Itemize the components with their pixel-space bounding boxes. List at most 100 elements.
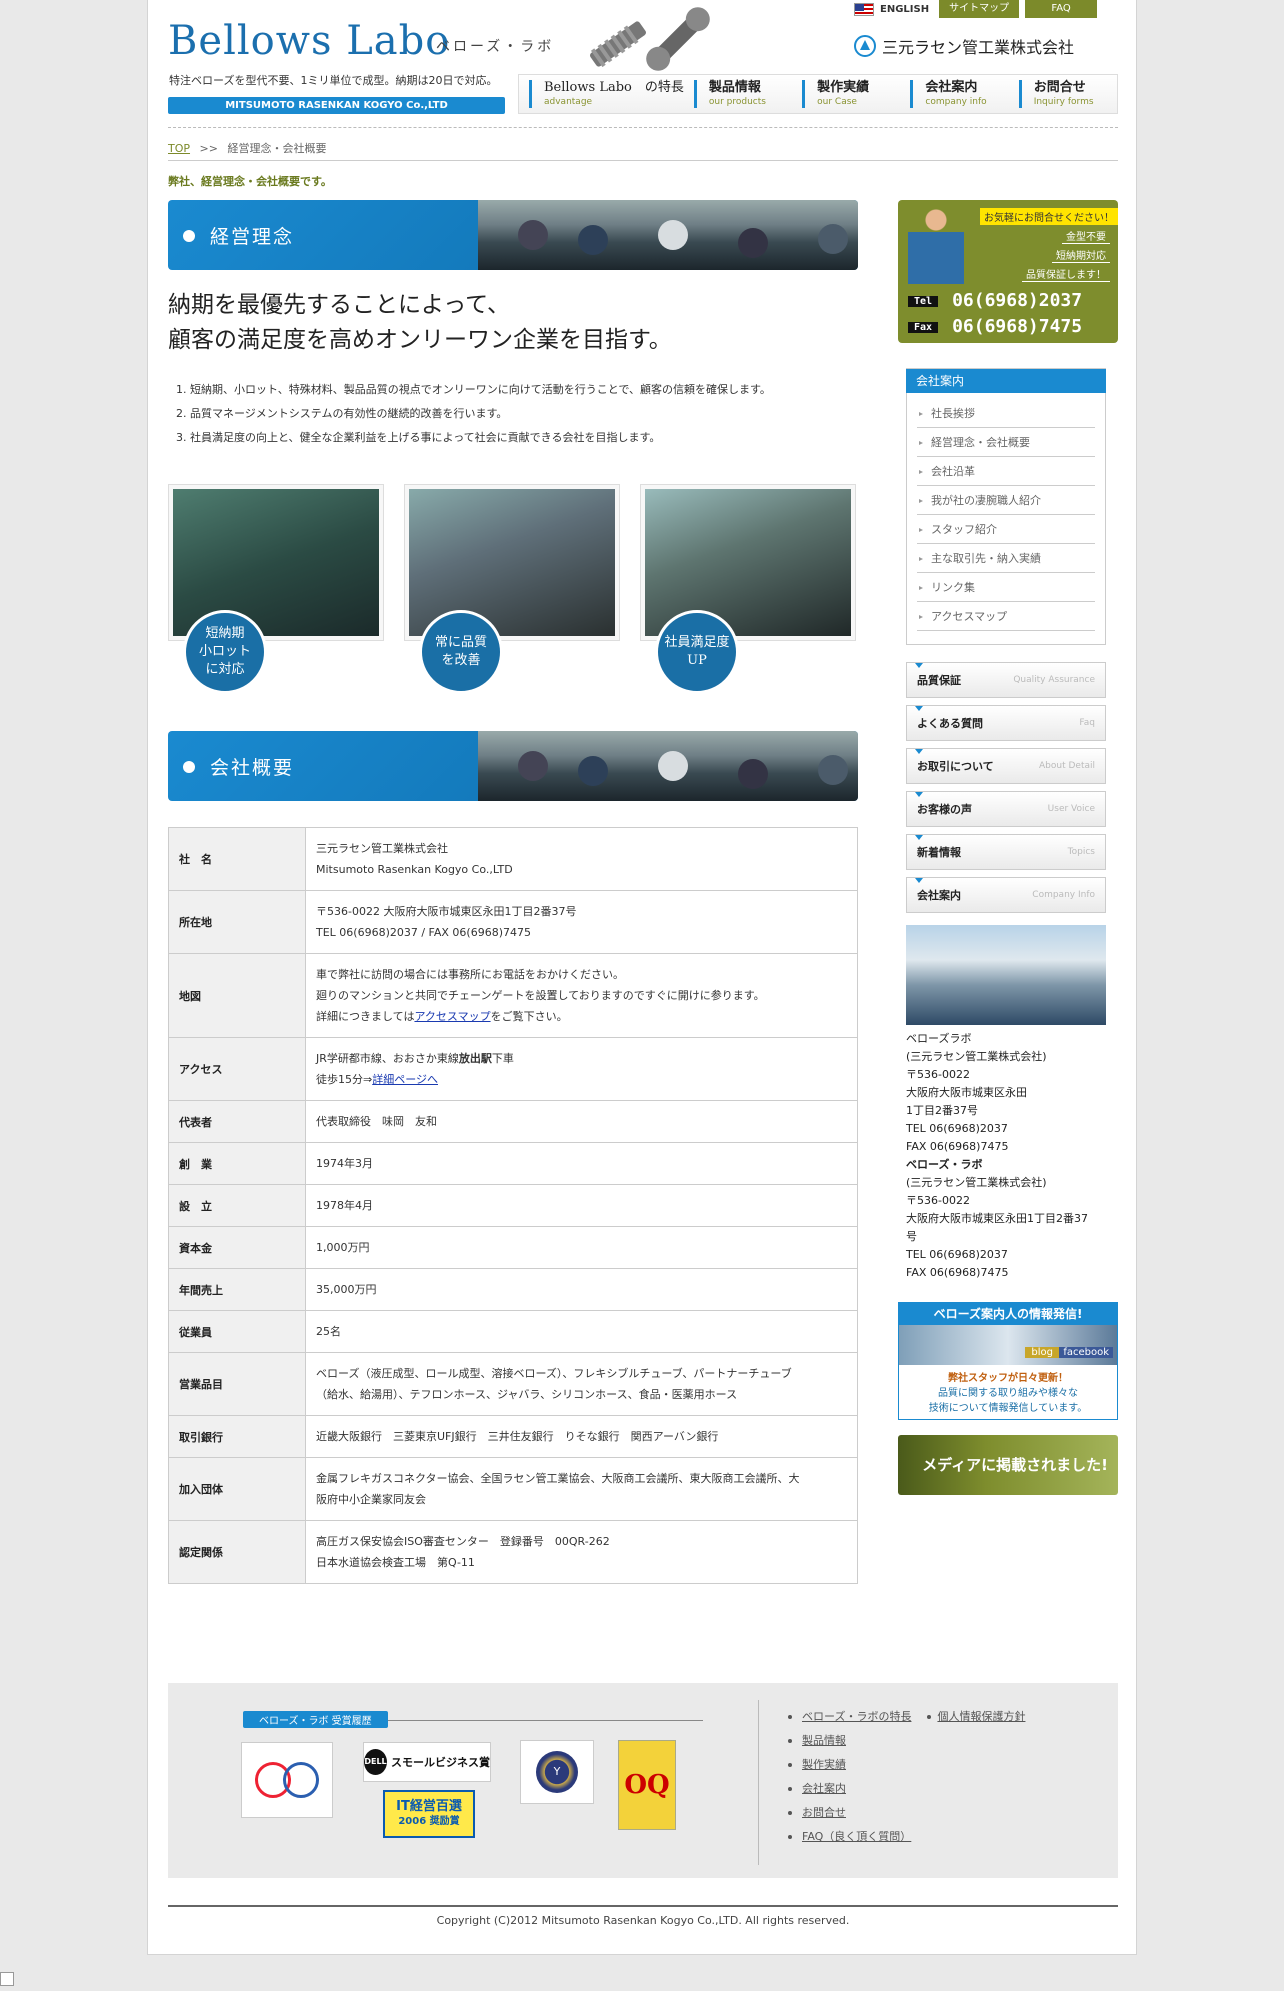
table-row: 認定関係 高圧ガス保安協会ISO審査センター 登録番号 00QR-262 日本水道… xyxy=(168,1520,858,1584)
footer-link-privacy[interactable]: 個人情報保護方針 xyxy=(937,1710,1025,1723)
side-button-topics[interactable]: 新着情報 Topics xyxy=(906,834,1106,870)
workshop-photo xyxy=(173,489,379,636)
nav-case[interactable]: 製作実績 our Case xyxy=(802,80,900,108)
row-label: 所在地 xyxy=(168,890,306,954)
row-value: 代表取締役 味岡 友和 xyxy=(305,1100,858,1143)
row-value: 〒536-0022 大阪府大阪市城東区永田1丁目2番37号 TEL 06(6968… xyxy=(305,890,858,954)
dell-logo-icon: DELL xyxy=(364,1749,387,1775)
footer-link-products[interactable]: 製品情報 xyxy=(802,1734,846,1747)
footer-link-case[interactable]: 製作実績 xyxy=(802,1758,846,1771)
breadcrumb: TOP >> 経営理念・会社概要 xyxy=(168,140,326,156)
footer-link-advantage[interactable]: ベローズ・ラボの特長 xyxy=(802,1710,911,1723)
row-value: 車で弊社に訪問の場合には事務所にお電話をおかけください。 廻りのマンションと共同で… xyxy=(305,953,858,1038)
breadcrumb-current: 経営理念・会社概要 xyxy=(227,142,327,155)
table-row: 地図 車で弊社に訪問の場合には事務所にお電話をおかけください。 廻りのマンションと… xyxy=(168,953,858,1038)
media-banner[interactable]: メディアに掲載されました! xyxy=(898,1435,1118,1495)
side-button-quality[interactable]: 品質保証 Quality Assurance xyxy=(906,662,1106,698)
table-row: 営業品目 ベローズ（液圧成型、ロール成型、溶接ベローズ）、フレキシブルチューブ、… xyxy=(168,1352,858,1416)
english-link[interactable]: ENGLISH xyxy=(880,4,929,15)
subnav-item-greeting[interactable]: 社長挨拶 xyxy=(917,399,1095,428)
philosophy-list: 短納期、小ロット、特殊材料、製品品質の視点でオンリーワンに向けて活動を行うことで… xyxy=(176,378,771,450)
nav-advantage[interactable]: Bellows Labo の特長 advantage xyxy=(529,80,684,108)
blog-banner[interactable]: ベローズ案内人の情報発信! blog facebook 弊社スタッフが日々更新！… xyxy=(898,1302,1118,1420)
subnav-item-history[interactable]: 会社沿革 xyxy=(917,457,1095,486)
list-item: 短納期、小ロット、特殊材料、製品品質の視点でオンリーワンに向けて活動を行うことで… xyxy=(176,378,771,402)
page-intro: 弊社、経営理念・会社概要です。 xyxy=(168,175,332,188)
card-badge: 短納期 小ロット に対応 xyxy=(183,610,267,694)
side-button-voice[interactable]: お客様の声 User Voice xyxy=(906,791,1106,827)
philosophy-title-line: 顧客の満足度を高めオンリーワン企業を目指す。 xyxy=(168,327,672,353)
award-it-keiei: IT経営百選 2006 奨励賞 xyxy=(383,1790,475,1838)
address-line: TEL 06(6968)2037 xyxy=(906,1122,1008,1135)
photo-card-short-delivery: 短納期 小ロット に対応 xyxy=(168,484,384,694)
company-building-photo xyxy=(906,925,1106,1025)
company-name-jp: 三元ラセン管工業株式会社 xyxy=(882,38,1075,57)
nav-sublabel: our products xyxy=(708,97,766,107)
side-button-about[interactable]: お取引について About Detail xyxy=(906,748,1106,784)
contact-bubble: お気軽にお問合せください！ xyxy=(980,208,1118,225)
footer-link-faq[interactable]: FAQ（良く頂く質問） xyxy=(802,1830,911,1843)
award-seal-icon: Y xyxy=(520,1740,594,1804)
fax-number: 06(6968)7475 xyxy=(952,316,1083,337)
side-button-faq[interactable]: よくある質問 Faq xyxy=(906,705,1106,741)
subnav-item-clients[interactable]: 主な取引先・納入実績 xyxy=(917,544,1095,573)
header-divider xyxy=(168,127,1118,128)
photo-card-satisfaction: 社員満足度 UP xyxy=(640,484,856,694)
side-button-company[interactable]: 会社案内 Company Info xyxy=(906,877,1106,913)
address-line: 号 xyxy=(906,1230,917,1243)
row-label: 年間売上 xyxy=(168,1268,306,1311)
contact-banner[interactable]: お気軽にお問合せください！ 金型不要 短納期対応 品質保証します！ Tel 06(… xyxy=(898,200,1118,343)
bellows-product-image xyxy=(590,7,710,71)
company-subnav: 会社案内 社長挨拶 経営理念・会社概要 会社沿革 我が社の凄腕職人紹介 スタッフ… xyxy=(906,368,1106,645)
footer-link-inquiry[interactable]: お問合せ xyxy=(802,1806,846,1819)
row-value: JR学研都市線、おおさか東線放出駅下車 徒歩15分⇒詳細ページへ xyxy=(305,1037,858,1101)
facebook-label: facebook xyxy=(1059,1347,1113,1358)
address-line: ベローズ・ラボ xyxy=(906,1158,983,1171)
office-photo xyxy=(645,489,851,636)
site-logo[interactable]: Bellows Labo xyxy=(168,18,450,64)
access-map-link[interactable]: アクセスマップ xyxy=(414,1010,490,1023)
nav-products[interactable]: 製品情報 our products xyxy=(693,80,792,108)
bullet-icon xyxy=(183,230,195,242)
row-value: 1,000万円 xyxy=(305,1226,858,1269)
address-line: FAX 06(6968)7475 xyxy=(906,1140,1009,1153)
blog-banner-photo: blog facebook xyxy=(899,1325,1117,1365)
company-logo[interactable]: 三元ラセン管工業株式会社 xyxy=(854,34,1074,58)
access-detail-link[interactable]: 詳細ページへ xyxy=(372,1073,438,1086)
row-label: 従業員 xyxy=(168,1310,306,1353)
subnav-item-philosophy[interactable]: 経営理念・会社概要 xyxy=(917,428,1095,457)
footer-divider xyxy=(758,1700,759,1865)
company-name-en: MITSUMOTO RASENKAN KOGYO Co.,LTD xyxy=(168,97,505,114)
row-value: 近畿大阪銀行 三菱東京UFJ銀行 三井住友銀行 りそな銀行 関西アーバン銀行 xyxy=(305,1415,858,1458)
subnav-item-staff[interactable]: スタッフ紹介 xyxy=(917,515,1095,544)
us-flag-icon[interactable] xyxy=(854,2,874,16)
nav-company[interactable]: 会社案内 company info xyxy=(910,80,1008,108)
bullet-icon xyxy=(183,761,195,773)
tel-number: 06(6968)2037 xyxy=(952,290,1083,311)
worker-photo xyxy=(409,489,615,636)
row-label: アクセス xyxy=(168,1037,306,1101)
subnav-item-access[interactable]: アクセスマップ xyxy=(917,602,1095,631)
nav-sublabel: our Case xyxy=(817,97,857,107)
table-row: 年間売上 35,000万円 xyxy=(168,1268,858,1311)
blog-banner-title: ベローズ案内人の情報発信! xyxy=(899,1303,1117,1325)
copyright-divider xyxy=(168,1905,1118,1907)
footer-link-company[interactable]: 会社案内 xyxy=(802,1782,846,1795)
row-label: 資本金 xyxy=(168,1226,306,1269)
award-oq: OQ xyxy=(618,1740,676,1830)
breadcrumb-top-link[interactable]: TOP xyxy=(168,142,190,155)
section-heading-philosophy: 経営理念 xyxy=(168,200,858,270)
subnav-item-craftsmen[interactable]: 我が社の凄腕職人紹介 xyxy=(917,486,1095,515)
faq-button[interactable]: FAQ xyxy=(1025,0,1098,18)
table-row: 資本金 1,000万円 xyxy=(168,1226,858,1269)
company-overview-table: 社 名 三元ラセン管工業株式会社 Mitsumoto Rasenkan Kogyo… xyxy=(168,827,858,1584)
row-label: 営業品目 xyxy=(168,1352,306,1416)
address-line: 大阪府大阪市城東区永田1丁目2番37 xyxy=(906,1212,1088,1225)
address-line: (三元ラセン管工業株式会社) xyxy=(906,1176,1047,1189)
subnav-item-links[interactable]: リンク集 xyxy=(917,573,1095,602)
row-value: 1974年3月 xyxy=(305,1142,858,1185)
row-value: 1978年4月 xyxy=(305,1184,858,1227)
row-label: 加入団体 xyxy=(168,1457,306,1521)
nav-inquiry[interactable]: お問合せ Inquiry forms xyxy=(1018,80,1117,108)
sitemap-button[interactable]: サイトマップ xyxy=(939,0,1020,18)
